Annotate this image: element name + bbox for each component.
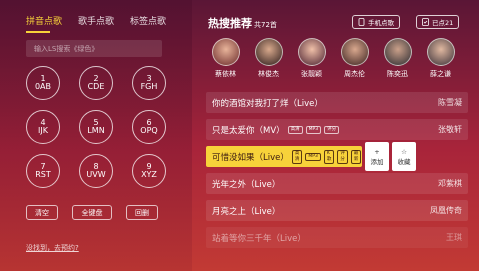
- singer-name: 陈奕迅: [387, 70, 408, 78]
- add-label: 添加: [370, 157, 384, 166]
- key-letters: CDE: [87, 82, 105, 91]
- song-count: 共72首: [254, 21, 277, 29]
- song-name: 你的酒馆对我打了烊（Live）: [212, 98, 323, 109]
- singer-item[interactable]: 薛之谦: [423, 38, 458, 79]
- tab-pinyin[interactable]: 拼音点歌: [26, 14, 78, 27]
- full-keyboard-button[interactable]: 全键盘: [72, 205, 112, 220]
- key-letters: OPQ: [140, 126, 158, 135]
- page-title: 热搜推荐 共72首: [208, 15, 277, 31]
- list-item[interactable]: 站着等你三千年（Live） 王琪: [206, 227, 468, 248]
- avatar: [383, 38, 412, 66]
- clear-button[interactable]: 清空: [26, 205, 58, 220]
- search-input[interactable]: 输入LS搜索《绿色》: [26, 40, 162, 57]
- keypad-actions: 清空 全键盘 回删: [26, 205, 158, 220]
- singer-name: 周杰伦: [344, 70, 365, 78]
- song-badges: 高清 MP3 K歌 评分 最新: [289, 149, 362, 164]
- list-item[interactable]: 光年之外（Live） 邓紫棋: [206, 173, 468, 194]
- tab-singer[interactable]: 歌手点歌: [78, 14, 130, 27]
- key-3[interactable]: 3 FGH: [132, 66, 166, 100]
- song-name: 光年之外（Live）: [212, 179, 281, 190]
- key-letters: RST: [35, 170, 51, 179]
- mp3-badge: MP3: [305, 125, 322, 134]
- song-list: 你的酒馆对我打了烊（Live） 陈雪凝 只是太爱你（MV） 高清 MP3 评分 …: [206, 92, 468, 254]
- song-artist: 陈雪凝: [438, 98, 462, 107]
- hot-singers: 蔡依林 林俊杰 张靓颖 周杰伦 陈奕迅 薛之谦: [208, 38, 458, 79]
- ordered-songs-button[interactable]: 已点21: [416, 15, 460, 29]
- key-letters: IJK: [38, 126, 48, 135]
- quality-badge: 高清: [291, 149, 303, 164]
- singer-name: 薛之谦: [430, 70, 451, 78]
- key-5[interactable]: 5 LMN: [79, 110, 113, 144]
- singer-item[interactable]: 张靓颖: [294, 38, 329, 79]
- song-name: 只是太爱你（MV）: [212, 125, 285, 136]
- reserve-link[interactable]: 没找到，去预约?: [26, 243, 79, 253]
- tab-tag[interactable]: 标签点歌: [130, 14, 182, 27]
- list-item[interactable]: 月亮之上（Live） 凤凰传奇: [206, 200, 468, 221]
- key-letters: UVW: [86, 170, 106, 179]
- left-panel: 拼音点歌 歌手点歌 标签点歌 输入LS搜索《绿色》 1 0AB 2 CDE 3 FGH…: [0, 0, 192, 271]
- singer-item[interactable]: 陈奕迅: [380, 38, 415, 79]
- add-song-button[interactable]: + 添加: [365, 142, 389, 171]
- key-8[interactable]: 8 UVW: [79, 154, 113, 188]
- karaoke-badge: K歌: [323, 149, 335, 164]
- key-1[interactable]: 1 0AB: [26, 66, 60, 100]
- phone-order-button[interactable]: 手机点歌: [352, 15, 400, 29]
- new-badge: 最新: [350, 149, 362, 164]
- avatar: [340, 38, 369, 66]
- song-artist: 王琪: [446, 233, 462, 242]
- mp3-badge: MP3: [305, 152, 321, 161]
- song-artist: 凤凰传奇: [430, 206, 462, 215]
- song-name: 站着等你三千年（Live）: [212, 233, 306, 244]
- title-text: 热搜推荐: [208, 17, 252, 30]
- avatar: [297, 38, 326, 66]
- singer-name: 林俊杰: [258, 70, 279, 78]
- singer-item[interactable]: 周杰伦: [337, 38, 372, 79]
- key-letters: 0AB: [34, 82, 52, 91]
- favorite-button[interactable]: ☆ 收藏: [392, 142, 416, 171]
- key-letters: FGH: [140, 82, 158, 91]
- favorite-label: 收藏: [397, 157, 411, 166]
- key-letters: LMN: [87, 126, 105, 135]
- song-badges: 高清 MP3 评分: [285, 125, 340, 134]
- backspace-button[interactable]: 回删: [126, 205, 158, 220]
- score-badge: 评分: [324, 125, 340, 134]
- song-artist: 邓紫棋: [438, 179, 462, 188]
- list-item[interactable]: 只是太爱你（MV） 高清 MP3 评分 张敬轩: [206, 119, 468, 140]
- key-7[interactable]: 7 RST: [26, 154, 60, 188]
- star-icon: ☆: [401, 147, 407, 156]
- song-tabs: 拼音点歌 歌手点歌 标签点歌: [26, 14, 182, 27]
- key-9[interactable]: 9 XYZ: [132, 154, 166, 188]
- key-4[interactable]: 4 IJK: [26, 110, 60, 144]
- key-6[interactable]: 6 OPQ: [132, 110, 166, 144]
- list-item[interactable]: 你的酒馆对我打了烊（Live） 陈雪凝: [206, 92, 468, 113]
- key-letters: XYZ: [141, 170, 157, 179]
- singer-name: 张靓颖: [301, 70, 322, 78]
- avatar: [426, 38, 455, 66]
- key-2[interactable]: 2 CDE: [79, 66, 113, 100]
- score-badge: 评分: [337, 149, 348, 164]
- song-name: 可惜没如果（Live）: [212, 152, 289, 163]
- song-name: 月亮之上（Live）: [212, 206, 281, 217]
- avatar: [254, 38, 283, 66]
- singer-item[interactable]: 蔡依林: [208, 38, 243, 79]
- phone-icon: [358, 18, 365, 26]
- phone-order-label: 手机点歌: [368, 19, 394, 27]
- quality-badge: 高清: [287, 125, 303, 134]
- checklist-icon: [422, 18, 429, 26]
- singer-item[interactable]: 林俊杰: [251, 38, 286, 79]
- active-song-row: 可惜没如果（Live） 高清 MP3 K歌 评分 最新 + 添加 ☆ 收藏: [206, 142, 468, 173]
- list-item-active[interactable]: 可惜没如果（Live） 高清 MP3 K歌 评分 最新: [206, 146, 362, 167]
- song-artist: 张敬轩: [438, 125, 462, 134]
- singer-name: 蔡依林: [215, 70, 236, 78]
- tab-underline: [26, 31, 50, 33]
- t9-keypad: 1 0AB 2 CDE 3 FGH 4 IJK 5 LMN 6 OPQ 7 RST 8 UVW …: [26, 66, 166, 188]
- plus-icon: +: [374, 147, 380, 156]
- avatar: [211, 38, 240, 66]
- ordered-songs-label: 已点21: [432, 19, 454, 27]
- right-panel: 热搜推荐 共72首 手机点歌 已点21 蔡依林 林俊杰 张靓颖 周杰伦 陈奕迅 薛…: [196, 0, 479, 271]
